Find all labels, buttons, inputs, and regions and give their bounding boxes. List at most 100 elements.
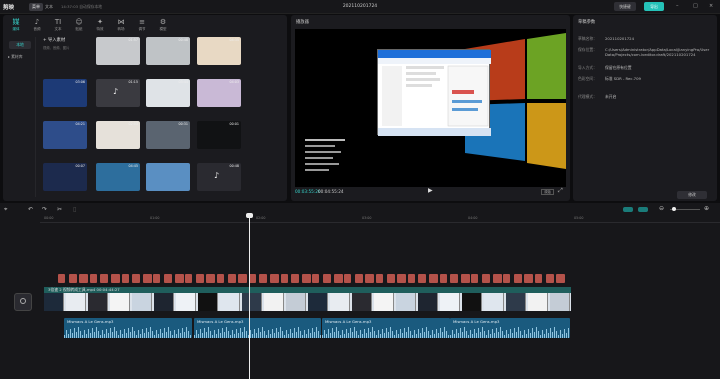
zoom-in-icon[interactable]: ⊕ xyxy=(704,205,709,212)
tab-6[interactable]: ≡ 调节 xyxy=(133,17,151,35)
nav-library[interactable]: ▸ 素材库 xyxy=(8,54,23,60)
audio-clip[interactable]: Mismacs A Le Gens.mp3 xyxy=(64,318,192,338)
text-clip[interactable] xyxy=(323,274,331,283)
zoom-out-icon[interactable]: ⊖ xyxy=(659,205,664,212)
zoom-slider-thumb[interactable] xyxy=(672,207,676,211)
delete-icon[interactable]: ▯ xyxy=(73,206,76,213)
text-clip[interactable] xyxy=(58,274,65,283)
text-clip[interactable] xyxy=(407,274,415,283)
minimize-icon[interactable]: – xyxy=(676,3,679,9)
text-clip[interactable] xyxy=(238,274,248,283)
text-clip[interactable] xyxy=(439,274,447,283)
text-clip[interactable] xyxy=(164,274,172,283)
text-clip[interactable] xyxy=(450,274,459,283)
modify-button[interactable]: 修改 xyxy=(677,191,707,199)
tab-2[interactable]: TI 文本 xyxy=(49,17,67,35)
text-clip[interactable] xyxy=(513,274,522,283)
timeline-ruler[interactable]: 00:00 01:00 02:00 03:00 04:00 05:00 xyxy=(40,215,720,223)
text-clip[interactable] xyxy=(195,274,204,283)
media-item[interactable] xyxy=(146,163,190,191)
text-clip[interactable] xyxy=(291,274,300,283)
text-clip[interactable] xyxy=(418,274,427,283)
snap-toggle[interactable] xyxy=(638,207,648,212)
text-clip[interactable] xyxy=(153,274,161,283)
media-item[interactable]: 02:53Thomas B...anu.mp3 xyxy=(96,121,140,149)
tab-4[interactable]: ✦ 特效 xyxy=(91,17,109,35)
media-item[interactable]: 00:48Deep Sea...apes.mp4 xyxy=(146,37,190,65)
shortcut-button[interactable]: 快捷键 xyxy=(614,2,636,11)
playhead-handle[interactable] xyxy=(246,213,253,218)
text-clip[interactable] xyxy=(100,274,109,283)
tab-1[interactable]: ♪ 音频 xyxy=(28,17,46,35)
text-clip[interactable] xyxy=(492,274,502,283)
text-clip[interactable] xyxy=(376,274,383,283)
maximize-icon[interactable]: □ xyxy=(693,3,698,9)
player-screen[interactable] xyxy=(295,29,566,187)
tab-7[interactable]: ⚙ 模型 xyxy=(154,17,172,35)
text-clip[interactable] xyxy=(206,274,216,283)
text-clip[interactable] xyxy=(312,274,320,283)
media-item[interactable]: 00:31伴奏合成.mp3 xyxy=(146,121,190,149)
media-item[interactable]: 04:03SMOOTH ...dk+.mp3 xyxy=(197,79,241,107)
tab-5[interactable]: ⋈ 转场 xyxy=(112,17,130,35)
tab-0[interactable]: 媒媒体 xyxy=(7,17,25,35)
media-item[interactable]: 01:15♪Mismacs A...Gen.mp3 xyxy=(96,79,140,107)
cover-button[interactable] xyxy=(14,293,32,311)
nav-local[interactable]: 本地 xyxy=(9,41,31,49)
text-clip[interactable] xyxy=(89,274,97,283)
undo-icon[interactable]: ↶ xyxy=(28,206,33,213)
play-icon[interactable]: ▶ xyxy=(428,187,433,194)
text-clip[interactable] xyxy=(344,274,352,283)
text-clip[interactable] xyxy=(365,274,375,283)
text-clip[interactable] xyxy=(111,274,120,283)
fullscreen-icon[interactable]: ⤢ xyxy=(558,187,563,195)
export-button[interactable]: 导出 xyxy=(644,2,664,11)
playhead[interactable] xyxy=(249,214,250,379)
media-item[interactable]: 04:35Oh Dear...+_+ mp4 xyxy=(197,37,241,65)
text-clip[interactable] xyxy=(68,274,77,283)
text-clip[interactable] xyxy=(270,274,279,283)
import-button[interactable]: + 导入素材 视频、音频、图片 xyxy=(43,37,93,67)
text-clip[interactable] xyxy=(333,274,343,283)
text-clip[interactable] xyxy=(429,274,438,283)
media-item[interactable]: 04:21Space - (... Nam.mp3 xyxy=(43,121,87,149)
tab-3[interactable]: ☺ 贴纸 xyxy=(70,17,88,35)
text-clip[interactable] xyxy=(471,274,479,283)
select-tool-icon[interactable]: ⌖ xyxy=(4,206,7,214)
media-item[interactable]: 03:44Prelude#...c.mp3 xyxy=(146,79,190,107)
text-clip[interactable] xyxy=(79,274,89,283)
aspect-ratio-button[interactable]: 原始 xyxy=(541,189,554,195)
text-clip[interactable] xyxy=(397,274,407,283)
audio-clip[interactable]: Mismacs A Le Gens.mp3 xyxy=(194,318,321,338)
text-clip[interactable] xyxy=(503,274,511,283)
text-clip[interactable] xyxy=(227,274,236,283)
media-item[interactable]: 00:07 xyxy=(43,163,87,191)
split-icon[interactable]: ✂ xyxy=(57,206,62,213)
media-item[interactable]: 00:48 ♪ xyxy=(197,163,241,191)
text-clip[interactable] xyxy=(460,274,470,283)
text-clip[interactable] xyxy=(556,274,566,283)
video-filmstrip[interactable] xyxy=(44,293,571,311)
redo-icon[interactable]: ↷ xyxy=(42,206,47,213)
text-clip[interactable] xyxy=(524,274,534,283)
text-clip[interactable] xyxy=(301,274,311,283)
text-clip[interactable] xyxy=(174,274,184,283)
text-clip[interactable] xyxy=(217,274,224,283)
media-item[interactable]: 01:57Deep Sea...apes.mp4 xyxy=(96,37,140,65)
text-clip[interactable] xyxy=(482,274,490,283)
text-clip[interactable] xyxy=(535,274,542,283)
text-clip[interactable] xyxy=(259,274,268,283)
audio-clip[interactable]: Mismacs A Le Gens.mp3 xyxy=(450,318,570,338)
close-icon[interactable]: × xyxy=(709,3,713,9)
audio-clip[interactable]: Mismacs A Le Gens.mp3 xyxy=(322,318,450,338)
media-item[interactable]: 03:06Elegance A...are.mp3 xyxy=(43,79,87,107)
text-clip[interactable] xyxy=(280,274,288,283)
text-clip[interactable] xyxy=(132,274,141,283)
text-clip[interactable] xyxy=(142,274,152,283)
media-item[interactable]: 00:01202110201725.mp4 xyxy=(197,121,241,149)
text-clip[interactable] xyxy=(121,274,129,283)
text-clip[interactable] xyxy=(354,274,363,283)
text-clip[interactable] xyxy=(545,274,554,283)
text-clip[interactable] xyxy=(185,274,193,283)
link-toggle[interactable] xyxy=(623,207,633,212)
